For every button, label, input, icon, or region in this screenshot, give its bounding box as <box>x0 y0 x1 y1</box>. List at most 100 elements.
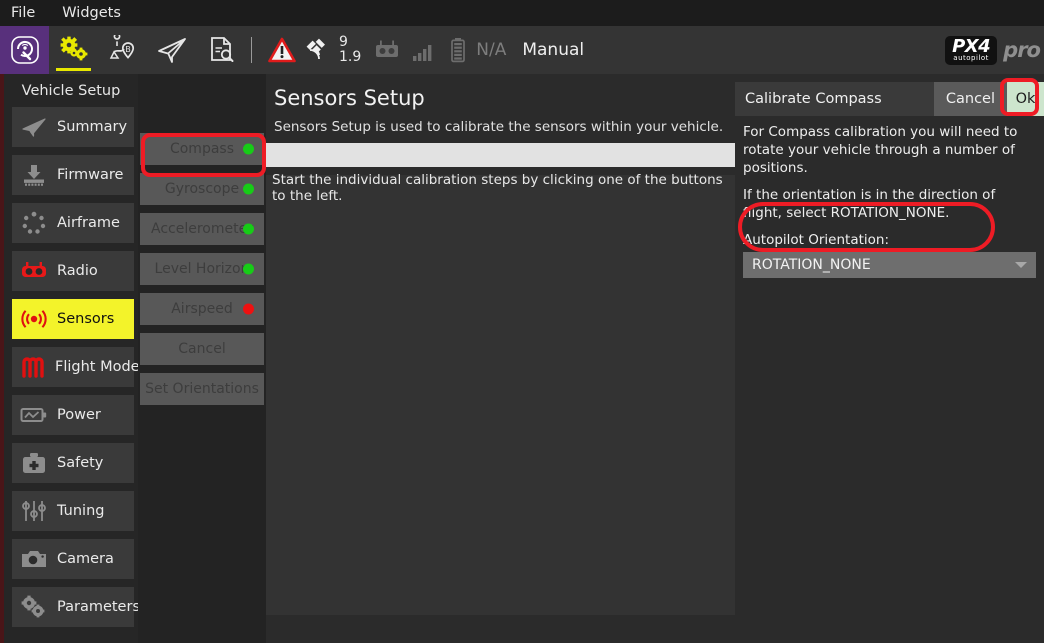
main-toolbar: B <box>0 26 1044 74</box>
battery-icon[interactable] <box>445 37 471 63</box>
airframe-dots-icon <box>20 210 48 236</box>
level-horizon-status-dot <box>243 264 254 275</box>
parameters-gears-icon <box>20 594 48 620</box>
radio-controller-icon <box>20 258 48 284</box>
vehicle-setup-sidebar: Vehicle Setup Summary Firmware <box>4 74 138 643</box>
rc-controller-icon[interactable] <box>367 39 407 61</box>
sidebar-item-safety[interactable]: Safety <box>12 443 134 483</box>
toolbar-button-plan-view[interactable]: B <box>98 26 147 74</box>
calibrate-gyroscope-button[interactable]: Gyroscope <box>140 173 264 205</box>
battery-value: N/A <box>476 40 506 60</box>
calibration-button-column: Compass Gyroscope Accelerometer Level Ho… <box>138 74 266 643</box>
cancel-button[interactable]: Cancel <box>934 82 1007 116</box>
flight-mode-indicator[interactable]: Manual <box>522 40 584 60</box>
gyroscope-status-dot <box>243 184 254 195</box>
toolbar-button-vehicle-setup[interactable] <box>49 26 98 74</box>
firmware-download-icon <box>20 162 48 188</box>
autopilot-orientation-select[interactable]: ROTATION_NONE <box>743 252 1036 278</box>
calibration-display-area <box>266 201 735 615</box>
calibrate-compass-button[interactable]: Compass <box>140 133 264 165</box>
tuning-sliders-icon <box>20 498 48 524</box>
chevron-down-icon <box>1015 262 1027 268</box>
page-subtitle: Sensors Setup is used to calibrate the s… <box>266 110 735 135</box>
warning-triangle-icon[interactable] <box>262 37 302 63</box>
sidebar-item-flight-modes[interactable]: Flight Modes <box>12 347 134 387</box>
qgroundcontrol-window: File Widgets <box>0 0 1044 643</box>
toolbar-status-group: 9 1.9 <box>262 26 584 74</box>
sidebar-label: Firmware <box>57 167 123 183</box>
menu-item-file[interactable]: File <box>9 3 46 24</box>
ok-button[interactable]: Ok <box>1007 82 1044 116</box>
sidebar-label: Safety <box>57 455 103 471</box>
calibrate-airspeed-button[interactable]: Airspeed <box>140 293 264 325</box>
instruction-panel: Start the individual calibration steps b… <box>266 175 735 201</box>
panel-header: Calibrate Compass Cancel Ok <box>735 82 1044 116</box>
gps-satellite-count: 9 <box>339 35 361 50</box>
button-label: Cancel <box>178 341 225 357</box>
compass-instructions-2: If the orientation is in the direction o… <box>743 187 1036 223</box>
sidebar-item-camera[interactable]: Camera <box>12 539 134 579</box>
autopilot-orientation-label: Autopilot Orientation: <box>743 232 1036 248</box>
sidebar-item-parameters[interactable]: Parameters <box>12 587 134 627</box>
sidebar-label: Sensors <box>57 311 114 327</box>
panel-title: Calibrate Compass <box>735 91 934 107</box>
calibration-cancel-button[interactable]: Cancel <box>140 333 264 365</box>
button-label: Accelerometer <box>151 221 253 237</box>
calibration-progress-bar <box>266 143 735 167</box>
sidebar-label: Flight Modes <box>55 359 147 375</box>
main-content-panel: Sensors Setup Sensors Setup is used to c… <box>266 74 735 643</box>
px4-pro-logo: PX4 autopilot pro <box>945 34 1040 66</box>
panel-body: For Compass calibration you will need to… <box>735 124 1044 278</box>
sidebar-item-radio[interactable]: Radio <box>12 251 134 291</box>
sidebar-item-firmware[interactable]: Firmware <box>12 155 134 195</box>
power-battery-icon <box>20 402 48 428</box>
gps-satellite-icon[interactable] <box>302 37 336 63</box>
sidebar-label: Camera <box>57 551 114 567</box>
compass-status-dot <box>243 144 254 155</box>
compass-instructions-1: For Compass calibration you will need to… <box>743 124 1036 178</box>
calibrate-accelerometer-button[interactable]: Accelerometer <box>140 213 264 245</box>
px4-pro-text: pro <box>1003 38 1040 62</box>
toolbar-button-analyze-view[interactable] <box>196 26 245 74</box>
button-label: Compass <box>170 141 234 157</box>
camera-icon <box>20 546 48 572</box>
button-label: Gyroscope <box>165 181 239 197</box>
button-label: Set Orientations <box>145 381 259 397</box>
sidebar-title: Vehicle Setup <box>4 80 138 107</box>
gps-hdop-value: 1.9 <box>339 50 361 65</box>
accelerometer-status-dot <box>243 224 254 235</box>
sidebar-item-summary[interactable]: Summary <box>12 107 134 147</box>
menu-item-widgets[interactable]: Widgets <box>60 3 132 24</box>
sidebar-item-tuning[interactable]: Tuning <box>12 491 134 531</box>
sidebar-item-power[interactable]: Power <box>12 395 134 435</box>
sidebar-item-sensors[interactable]: Sensors <box>12 299 134 339</box>
qgroundcontrol-logo-icon[interactable] <box>0 26 49 74</box>
page-title: Sensors Setup <box>266 74 735 110</box>
px4-badge: PX4 autopilot <box>945 36 997 65</box>
px4-brand-name: PX4 <box>952 38 990 56</box>
safety-kit-icon <box>20 450 48 476</box>
px4-brand-sub: autopilot <box>953 55 989 62</box>
toolbar-separator <box>251 37 252 63</box>
calibrate-level-horizon-button[interactable]: Level Horizon <box>140 253 264 285</box>
sidebar-label: Radio <box>57 263 98 279</box>
instruction-text: Start the individual calibration steps b… <box>266 172 735 204</box>
signal-bars-icon[interactable] <box>407 39 439 61</box>
menu-bar: File Widgets <box>0 0 1044 26</box>
sidebar-label: Tuning <box>57 503 104 519</box>
set-orientations-button[interactable]: Set Orientations <box>140 373 264 405</box>
button-label: Level Horizon <box>155 261 250 277</box>
flight-modes-wave-icon <box>20 354 46 380</box>
sidebar-label: Parameters <box>57 599 140 615</box>
toolbar-button-fly-view[interactable] <box>147 26 196 74</box>
gps-readout: 9 1.9 <box>339 35 361 64</box>
calibrate-compass-panel: Calibrate Compass Cancel Ok For Compass … <box>735 74 1044 643</box>
sidebar-label: Summary <box>57 119 127 135</box>
airspeed-status-dot <box>243 304 254 315</box>
sidebar-label: Power <box>57 407 101 423</box>
sidebar-item-airframe[interactable]: Airframe <box>12 203 134 243</box>
svg-text:B: B <box>125 45 131 54</box>
sensors-signal-icon <box>20 306 48 332</box>
paper-plane-icon <box>20 114 48 140</box>
selected-orientation: ROTATION_NONE <box>743 257 871 273</box>
